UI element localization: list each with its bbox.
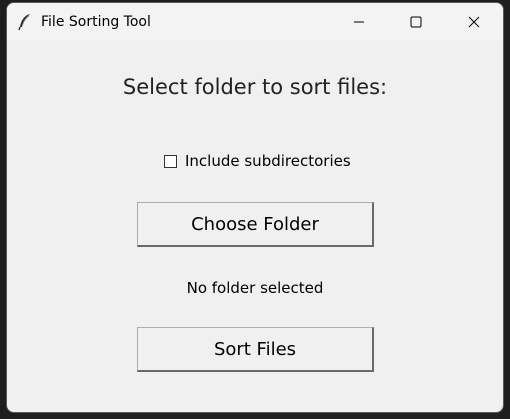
- minimize-icon: [353, 13, 365, 32]
- choose-folder-button[interactable]: Choose Folder: [137, 202, 374, 247]
- include-subdirectories-option[interactable]: Include subdirectories: [164, 152, 351, 170]
- app-window: File Sorting Tool Select folder to sort …: [6, 2, 504, 413]
- feather-icon: [17, 13, 33, 31]
- close-icon: [468, 13, 480, 32]
- page-heading: Select folder to sort files:: [122, 75, 388, 99]
- include-subdirectories-checkbox[interactable]: [164, 154, 177, 168]
- window-title: File Sorting Tool: [41, 14, 151, 30]
- maximize-icon: [410, 13, 422, 32]
- include-subdirectories-label[interactable]: Include subdirectories: [185, 152, 351, 170]
- title-bar[interactable]: File Sorting Tool: [7, 3, 503, 41]
- sort-files-button[interactable]: Sort Files: [137, 327, 374, 372]
- maximize-button[interactable]: [393, 3, 439, 41]
- close-button[interactable]: [451, 3, 497, 41]
- folder-status-text: No folder selected: [186, 279, 324, 297]
- minimize-button[interactable]: [336, 3, 382, 41]
